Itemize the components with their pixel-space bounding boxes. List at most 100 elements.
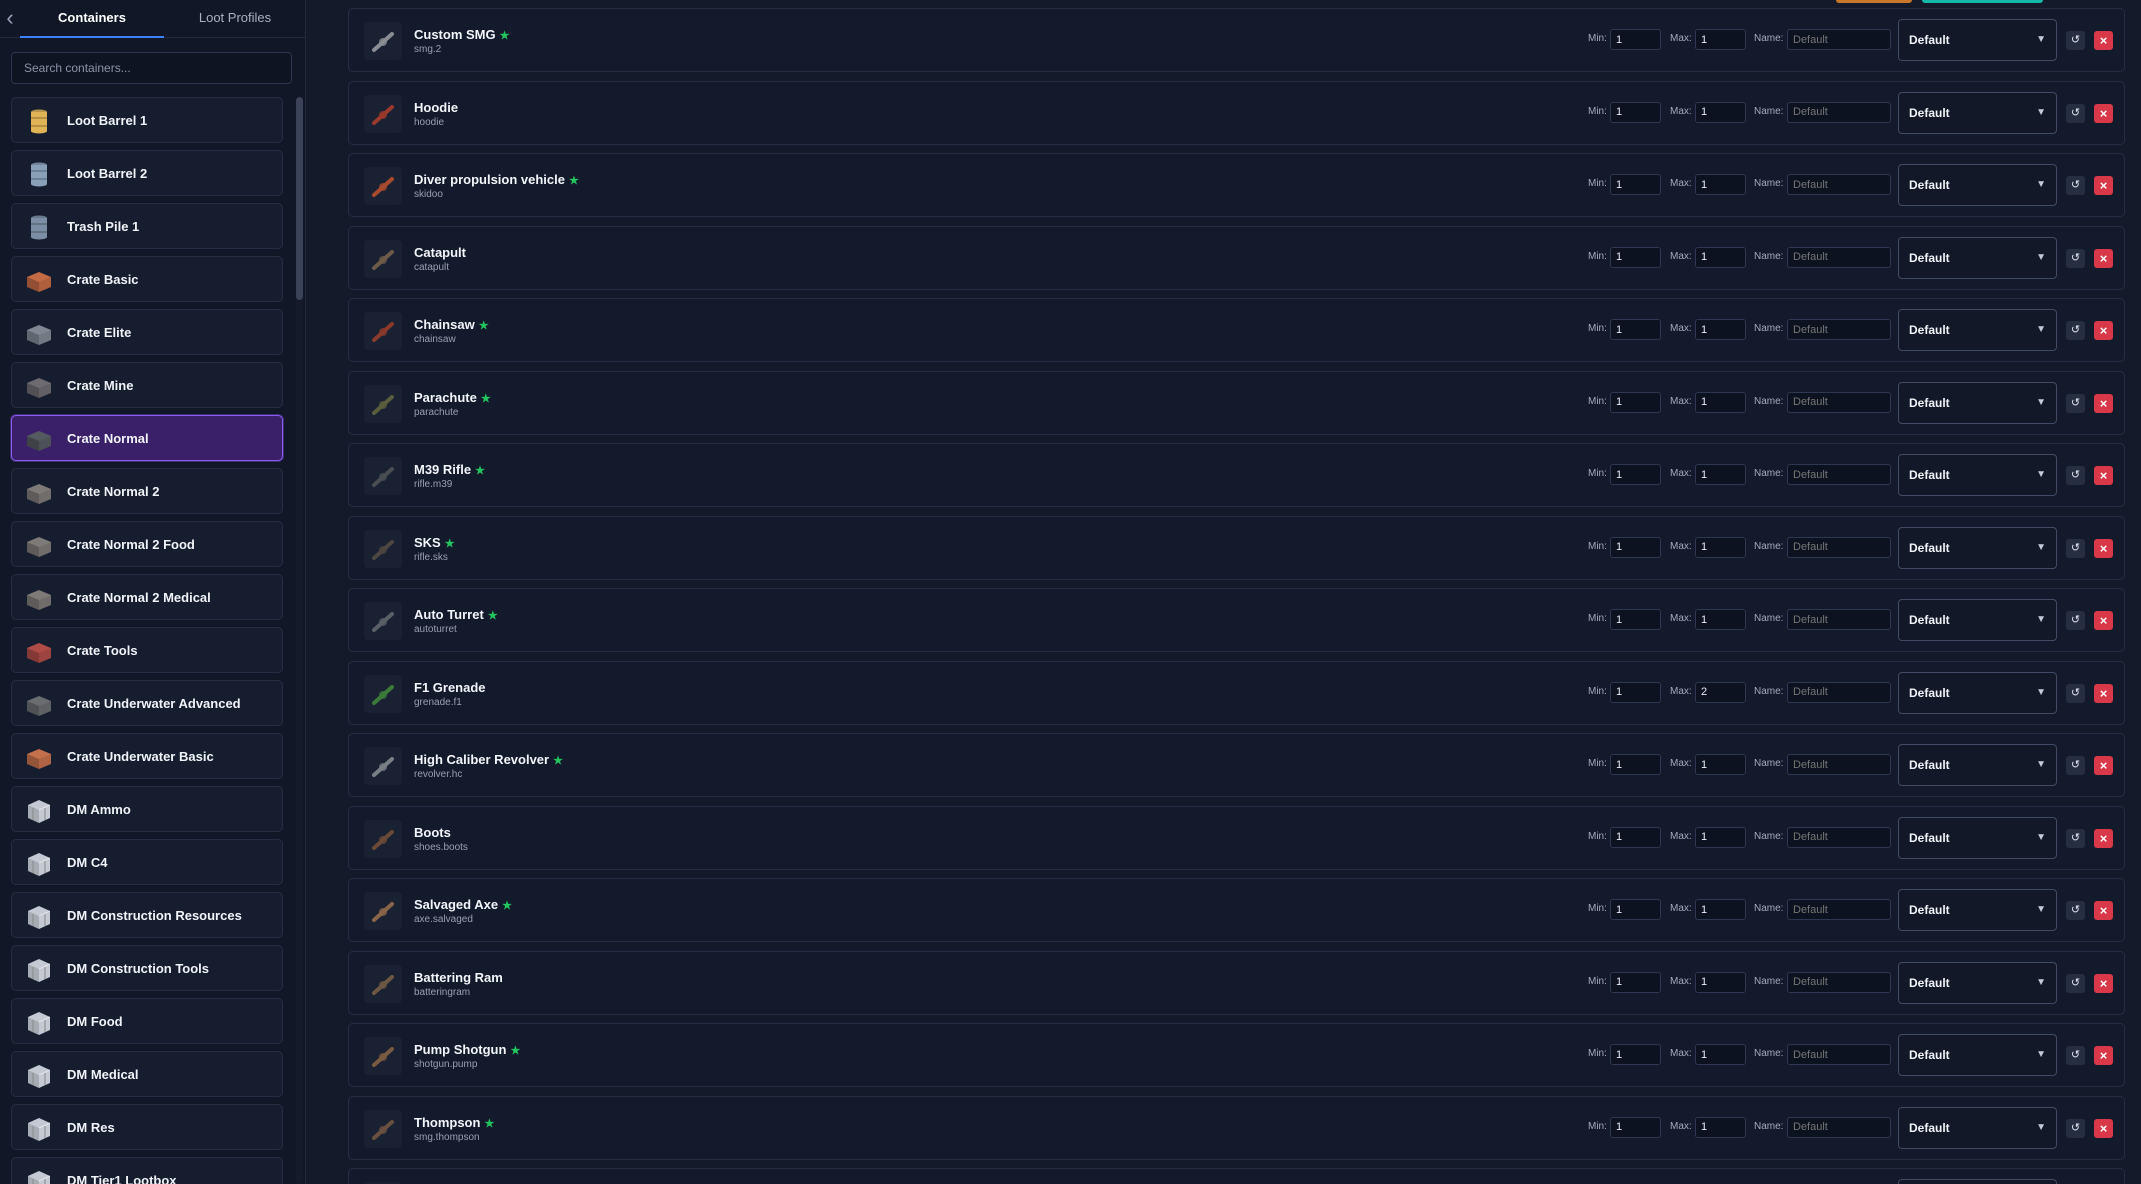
container-item[interactable]: Crate Normal: [11, 415, 283, 461]
profile-select[interactable]: Default ▼: [1898, 454, 2057, 496]
refresh-button[interactable]: ↺: [2066, 756, 2085, 775]
container-item[interactable]: DM Construction Tools: [11, 945, 283, 991]
remove-item-button[interactable]: ×: [2094, 828, 2113, 848]
tab-containers[interactable]: Containers: [20, 0, 164, 38]
refresh-button[interactable]: ↺: [2066, 393, 2085, 413]
profile-select[interactable]: Default ▼: [1898, 1034, 2057, 1076]
profile-select[interactable]: Default ▼: [1898, 961, 2057, 1004]
remove-item-button[interactable]: ×: [2094, 973, 2113, 993]
container-item[interactable]: DM C4: [11, 839, 283, 885]
remove-item-button[interactable]: ×: [2094, 756, 2113, 775]
max-input[interactable]: [1695, 391, 1746, 413]
refresh-button[interactable]: ↺: [2066, 538, 2085, 558]
remove-item-button[interactable]: ×: [2094, 683, 2113, 703]
custom-name-input[interactable]: [1787, 971, 1891, 993]
container-item[interactable]: DM Food: [11, 998, 283, 1044]
custom-name-input[interactable]: [1787, 536, 1891, 558]
custom-name-input[interactable]: [1787, 826, 1891, 848]
container-item[interactable]: DM Res: [11, 1104, 283, 1150]
custom-name-input[interactable]: [1787, 464, 1891, 485]
container-item[interactable]: Crate Elite: [11, 309, 283, 355]
scrollbar-thumb[interactable]: [296, 97, 303, 300]
max-input[interactable]: [1695, 899, 1746, 920]
refresh-button[interactable]: ↺: [2066, 973, 2085, 993]
min-input[interactable]: [1610, 464, 1661, 485]
max-input[interactable]: [1695, 536, 1746, 558]
custom-name-input[interactable]: [1787, 1116, 1891, 1138]
min-input[interactable]: [1610, 826, 1661, 848]
remove-item-button[interactable]: ×: [2094, 176, 2113, 195]
min-input[interactable]: [1610, 681, 1661, 703]
custom-name-input[interactable]: [1787, 174, 1891, 195]
remove-item-button[interactable]: ×: [2094, 393, 2113, 413]
container-item[interactable]: Crate Underwater Advanced: [11, 680, 283, 726]
custom-name-input[interactable]: [1787, 1044, 1891, 1065]
container-item[interactable]: DM Ammo: [11, 786, 283, 832]
refresh-button[interactable]: ↺: [2066, 31, 2085, 50]
profile-select[interactable]: Default ▼: [1898, 599, 2057, 641]
max-input[interactable]: [1695, 29, 1746, 50]
custom-name-input[interactable]: [1787, 391, 1891, 413]
remove-item-button[interactable]: ×: [2094, 1118, 2113, 1138]
profile-select[interactable]: Default ▼: [1898, 526, 2057, 569]
max-input[interactable]: [1695, 681, 1746, 703]
min-input[interactable]: [1610, 391, 1661, 413]
container-item[interactable]: Crate Basic: [11, 256, 283, 302]
min-input[interactable]: [1610, 319, 1661, 340]
remove-item-button[interactable]: ×: [2094, 611, 2113, 630]
min-input[interactable]: [1610, 754, 1661, 775]
container-item[interactable]: DM Construction Resources: [11, 892, 283, 938]
container-item[interactable]: Crate Mine: [11, 362, 283, 408]
max-input[interactable]: [1695, 1044, 1746, 1065]
profile-select[interactable]: Default ▼: [1898, 164, 2057, 206]
profile-select[interactable]: Default ▼: [1898, 236, 2057, 279]
profile-select[interactable]: Default ▼: [1898, 889, 2057, 931]
container-item[interactable]: DM Medical: [11, 1051, 283, 1097]
refresh-button[interactable]: ↺: [2066, 1046, 2085, 1065]
container-item[interactable]: Crate Tools: [11, 627, 283, 673]
profile-select[interactable]: Default ▼: [1898, 309, 2057, 351]
custom-name-input[interactable]: [1787, 754, 1891, 775]
custom-name-input[interactable]: [1787, 101, 1891, 123]
max-input[interactable]: [1695, 319, 1746, 340]
custom-name-input[interactable]: [1787, 609, 1891, 630]
container-item[interactable]: Trash Pile 1: [11, 203, 283, 249]
max-input[interactable]: [1695, 174, 1746, 195]
min-input[interactable]: [1610, 246, 1661, 268]
remove-item-button[interactable]: ×: [2094, 901, 2113, 920]
min-input[interactable]: [1610, 1116, 1661, 1138]
max-input[interactable]: [1695, 464, 1746, 485]
min-input[interactable]: [1610, 971, 1661, 993]
min-input[interactable]: [1610, 609, 1661, 630]
max-input[interactable]: [1695, 1116, 1746, 1138]
profile-select[interactable]: Default ▼: [1898, 91, 2057, 134]
profile-select[interactable]: [1898, 1179, 2057, 1184]
refresh-button[interactable]: ↺: [2066, 611, 2085, 630]
refresh-button[interactable]: ↺: [2066, 1118, 2085, 1138]
remove-item-button[interactable]: ×: [2094, 466, 2113, 485]
custom-name-input[interactable]: [1787, 681, 1891, 703]
tab-loot-profiles[interactable]: Loot Profiles: [164, 0, 306, 38]
profile-select[interactable]: Default ▼: [1898, 1106, 2057, 1149]
min-input[interactable]: [1610, 29, 1661, 50]
profile-select[interactable]: Default ▼: [1898, 381, 2057, 424]
min-input[interactable]: [1610, 899, 1661, 920]
custom-name-input[interactable]: [1787, 29, 1891, 50]
max-input[interactable]: [1695, 754, 1746, 775]
sidebar-scrollbar[interactable]: [296, 97, 303, 1184]
max-input[interactable]: [1695, 971, 1746, 993]
refresh-button[interactable]: ↺: [2066, 176, 2085, 195]
container-item[interactable]: Crate Normal 2 Food: [11, 521, 283, 567]
refresh-button[interactable]: ↺: [2066, 103, 2085, 123]
min-input[interactable]: [1610, 174, 1661, 195]
refresh-button[interactable]: ↺: [2066, 466, 2085, 485]
remove-item-button[interactable]: ×: [2094, 1046, 2113, 1065]
container-item[interactable]: Crate Normal 2: [11, 468, 283, 514]
container-item[interactable]: Crate Underwater Basic: [11, 733, 283, 779]
profile-select[interactable]: Default ▼: [1898, 744, 2057, 786]
container-item[interactable]: DM Tier1 Lootbox: [11, 1157, 283, 1184]
profile-select[interactable]: Default ▼: [1898, 816, 2057, 859]
max-input[interactable]: [1695, 826, 1746, 848]
container-item[interactable]: Crate Normal 2 Medical: [11, 574, 283, 620]
refresh-button[interactable]: ↺: [2066, 321, 2085, 340]
